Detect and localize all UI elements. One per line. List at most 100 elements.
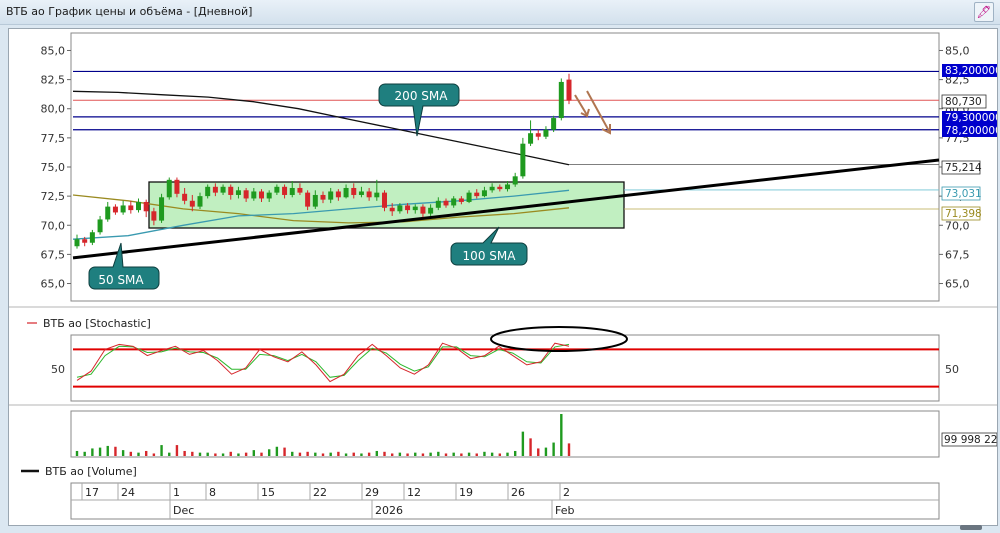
resize-grip[interactable] — [960, 525, 982, 530]
volume-bar-down — [460, 453, 463, 456]
candle-up — [412, 206, 418, 211]
pin-icon[interactable]: 🖋 — [974, 2, 994, 22]
chart-window: ВТБ ао График цены и объёма - [Дневной] … — [0, 0, 1000, 533]
candle-up — [481, 190, 487, 197]
candle-down — [189, 200, 195, 207]
candle-down — [174, 179, 180, 194]
candle-down — [474, 192, 480, 197]
candle-down — [320, 194, 326, 200]
volume-bar-up — [106, 445, 109, 456]
candle-down — [351, 187, 357, 195]
candle-down — [366, 191, 372, 198]
volume-bar-down — [383, 451, 386, 456]
time-day-label: 22 — [313, 486, 327, 499]
price-label-79300: 79,300000 — [942, 111, 997, 124]
price-label-80730: 80,730 — [941, 94, 987, 109]
candle-up — [89, 232, 95, 243]
candle-down — [259, 191, 264, 199]
candle-down — [212, 186, 218, 193]
volume-bar-down — [152, 453, 156, 456]
volume-bar-up — [237, 453, 240, 456]
candle-down — [243, 190, 249, 199]
candle-up — [235, 190, 241, 195]
volume-bar-up — [513, 450, 517, 456]
svg-text:50 SMA: 50 SMA — [98, 273, 144, 287]
volume-bar-up — [344, 453, 348, 456]
volume-bar-up — [490, 452, 494, 456]
candle-up — [374, 192, 380, 198]
price-tick-label-left: 67,5 — [41, 248, 66, 261]
time-day-label: 12 — [407, 486, 421, 499]
price-tick-label-left: 77,5 — [41, 132, 66, 145]
volume-bar-down — [529, 438, 532, 456]
time-day-label: 26 — [511, 486, 525, 499]
volume-bar-up — [560, 414, 563, 456]
volume-bar-up — [375, 450, 379, 456]
svg-text:79,300000: 79,300000 — [945, 112, 997, 124]
svg-text:80,730: 80,730 — [945, 96, 982, 108]
volume-bar-up — [75, 450, 79, 456]
volume-bar-up — [267, 449, 271, 456]
volume-bar-up — [91, 448, 94, 456]
volume-bar-up — [198, 452, 202, 456]
volume-bar-down — [191, 451, 194, 456]
time-day-label: 2 — [563, 486, 570, 499]
time-day-label: 15 — [261, 486, 275, 499]
candle-down — [420, 206, 426, 214]
volume-bar-down — [367, 452, 371, 456]
volume-value-label: 99 998 22 — [944, 434, 997, 446]
price-label-71398: 71,398 — [941, 206, 982, 221]
volume-bar-down — [298, 452, 302, 456]
volume-bar-up — [121, 450, 125, 456]
time-axis — [70, 482, 940, 520]
candle-down — [335, 191, 341, 198]
candle-down — [282, 186, 288, 195]
volume-panel-frame — [70, 410, 940, 458]
volume-bar-down — [283, 447, 286, 456]
candle-down — [151, 211, 157, 221]
price-tick-label-left: 82,5 — [41, 74, 66, 87]
candle-up — [197, 196, 203, 207]
stochastic-legend: ВТБ ао [Stochastic] — [43, 317, 151, 330]
svg-text:73,031: 73,031 — [945, 188, 982, 200]
candle-down — [297, 187, 303, 193]
volume-bar-up — [360, 453, 363, 456]
volume-bar-down — [406, 453, 409, 456]
svg-text:78,200000: 78,200000 — [945, 125, 997, 137]
volume-bar-up — [291, 451, 294, 456]
candle-down — [382, 192, 387, 208]
candle-down — [443, 200, 449, 206]
volume-bar-down — [306, 451, 309, 456]
candle-down — [182, 193, 188, 201]
price-label-78200: 78,200000 — [942, 124, 997, 137]
window-title: ВТБ ао График цены и объёма - [Дневной] — [6, 5, 253, 18]
candle-down — [405, 205, 411, 211]
candle-down — [566, 79, 572, 101]
candle-up — [289, 187, 295, 195]
volume-bar-down — [475, 453, 478, 456]
svg-text:100 SMA: 100 SMA — [463, 249, 517, 263]
candle-up — [220, 186, 226, 193]
price-label-83200: 83,200000 — [942, 64, 997, 77]
candle-down — [143, 201, 149, 212]
volume-bar-down — [537, 448, 540, 456]
price-tick-label-left: 85,0 — [41, 44, 66, 57]
volume-bar-down — [114, 446, 117, 456]
time-month-label: Dec — [173, 504, 194, 517]
volume-bar-down — [175, 445, 179, 456]
volume-bar-down — [244, 452, 248, 456]
volume-bar-up — [467, 452, 471, 456]
price-label-75214: 75,214 — [941, 160, 982, 175]
stochastic-panel-frame — [70, 334, 940, 402]
candle-up — [105, 206, 111, 220]
candle-down — [128, 205, 134, 211]
svg-text:71,398: 71,398 — [945, 208, 982, 220]
price-tick-label-right: 70,0 — [945, 219, 970, 232]
candle-down — [535, 133, 541, 137]
candle-up — [120, 205, 126, 213]
candle-down — [82, 239, 88, 243]
volume-bar-down — [214, 453, 217, 456]
candle-up — [343, 187, 349, 198]
chart-svg: 85,085,082,582,580,080,077,577,575,075,0… — [9, 32, 997, 520]
time-day-label: 29 — [365, 486, 379, 499]
